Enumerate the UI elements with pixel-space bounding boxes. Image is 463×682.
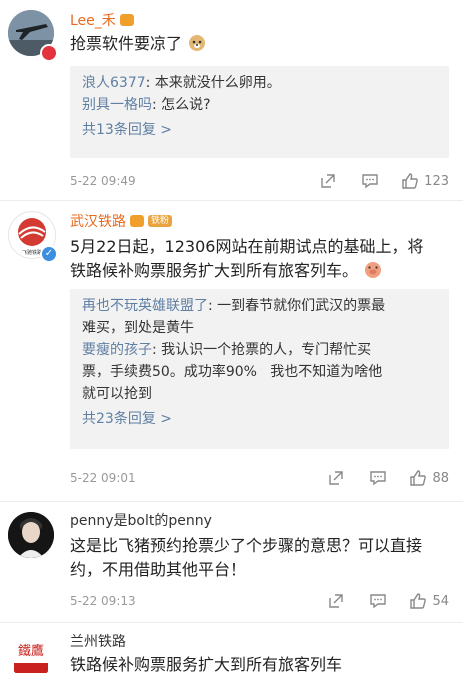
like-button[interactable]: 54 (409, 592, 449, 610)
comment-text: 这是比飞猪预约抢票少了个步骤的意思？可以直接 约，不用借助其他平台！ (70, 534, 449, 582)
comment-body-line: 这是比飞猪预约抢票少了个步骤的意思？可以直接 (70, 536, 423, 555)
comment-meta: 5-22 09:01 88 (70, 467, 449, 489)
thumbs-up-icon (410, 593, 427, 609)
vip-red-badge (40, 44, 58, 62)
comment-body: 抢票软件要凉了 (70, 34, 183, 53)
author-name[interactable]: 武汉铁路 (70, 211, 126, 231)
level-badge-icon (119, 14, 134, 26)
comment-time: 5-22 09:01 (70, 471, 136, 485)
more-replies-link[interactable]: 共23条回复 > (82, 408, 439, 430)
fan-badge: 铁粉 (148, 215, 173, 227)
penny-avatar-image (8, 512, 54, 558)
reply-text-line: 就可以抢到 (82, 386, 152, 402)
share-icon[interactable] (317, 170, 339, 192)
comment-text: 5月22日起，12306网站在前期试点的基础上，将 铁路候补购票服务扩大到所有旅… (70, 235, 449, 283)
reply-item[interactable]: 再也不玩英雄联盟了: 一到春节就你们武汉的票最 难买，到处是黄牛 (82, 295, 439, 339)
like-count: 123 (424, 173, 449, 189)
comment-time: 5-22 09:49 (70, 174, 136, 188)
reply-text: : 怎么说? (152, 97, 211, 113)
comment-meta: 5-22 09:13 54 (70, 590, 449, 612)
reply-author[interactable]: 再也不玩英雄联盟了 (82, 298, 208, 314)
reply-text-line: 票，手续费50。成功率90% 我也不知道为啥他 (82, 364, 383, 380)
share-icon[interactable] (325, 590, 347, 612)
svg-text:鐵鷹: 鐵鷹 (18, 643, 44, 659)
comment-time: 5-22 09:13 (70, 594, 136, 608)
reply-author[interactable]: 浪人6377 (82, 75, 146, 91)
reply-item[interactable]: 要瘦的孩子: 我认识一个抢票的人，专门帮忙买 票，手续费50。成功率90% 我也… (82, 339, 439, 405)
reply-text: : 一到春节就你们武汉的票最 (208, 298, 386, 314)
comment-author[interactable]: Lee_禾 (70, 10, 134, 30)
svg-text:飞驰铁路: 飞驰铁路 (22, 249, 42, 256)
comment-author[interactable]: 兰州铁路 (70, 631, 126, 651)
verified-badge-icon: ✓ (40, 245, 58, 263)
thumbs-up-icon (410, 470, 427, 486)
comment-meta: 5-22 09:49 123 (70, 170, 449, 192)
avatar[interactable] (8, 512, 54, 558)
doge-emoji-icon (189, 35, 206, 51)
pig-emoji-icon (365, 262, 382, 278)
comment-icon[interactable] (359, 170, 381, 192)
comment-text: 抢票软件要凉了 (70, 32, 449, 56)
comment-author[interactable]: 武汉铁路 铁粉 (70, 211, 173, 231)
comment-body-line: 铁路候补购票服务扩大到所有旅客列车 (70, 655, 343, 674)
author-name[interactable]: 兰州铁路 (70, 631, 126, 651)
like-count: 54 (432, 593, 449, 609)
like-count: 88 (432, 470, 449, 486)
author-name[interactable]: penny是bolt的penny (70, 510, 212, 530)
comment-item: 鐵鷹 兰州铁路 铁路候补购票服务扩大到所有旅客列车 (0, 623, 463, 682)
reply-author[interactable]: 要瘦的孩子 (82, 342, 152, 358)
comment-icon[interactable] (367, 590, 389, 612)
like-button[interactable]: 88 (409, 469, 449, 487)
lanzhou-railway-logo-icon: 鐵鷹 (8, 633, 54, 679)
reply-text-line: 难买，到处是黄牛 (82, 320, 194, 336)
reply-box[interactable]: 浪人6377: 本来就没什么卵用。 别具一格吗: 怎么说? 共13条回复 > (70, 66, 449, 158)
reply-author[interactable]: 别具一格吗 (82, 97, 152, 113)
like-button[interactable]: 123 (401, 172, 449, 190)
reply-item[interactable]: 浪人6377: 本来就没什么卵用。 (82, 72, 439, 94)
comment-body-line: 约，不用借助其他平台！ (70, 560, 247, 579)
reply-box[interactable]: 再也不玩英雄联盟了: 一到春节就你们武汉的票最 难买，到处是黄牛 要瘦的孩子: … (70, 289, 449, 449)
thumbs-up-icon (402, 173, 418, 189)
comment-item: penny是bolt的penny 这是比飞猪预约抢票少了个步骤的意思？可以直接 … (0, 502, 463, 623)
comment-text: 铁路候补购票服务扩大到所有旅客列车 (70, 653, 449, 677)
share-icon[interactable] (325, 467, 347, 489)
comment-item: Lee_禾 抢票软件要凉了 浪人6377: 本来就没什么卵用。 别具一格吗: 怎… (0, 0, 463, 201)
comment-author[interactable]: penny是bolt的penny (70, 510, 212, 530)
author-name[interactable]: Lee_禾 (70, 10, 116, 30)
level-badge-icon (130, 215, 144, 227)
reply-item[interactable]: 别具一格吗: 怎么说? (82, 94, 439, 116)
comment-body-line: 铁路候补购票服务扩大到所有旅客列车。 (70, 261, 359, 280)
comment-item: 飞驰铁路 ✓ 武汉铁路 铁粉 5月22日起，12306网站在前期试点的基础上，将… (0, 201, 463, 502)
comment-icon[interactable] (367, 467, 389, 489)
avatar[interactable]: 鐵鷹 (8, 633, 54, 679)
reply-text: : 我认识一个抢票的人，专门帮忙买 (152, 342, 372, 358)
reply-text: : 本来就没什么卵用。 (145, 75, 281, 91)
more-replies-link[interactable]: 共13条回复 > (82, 119, 439, 141)
comment-body-line: 5月22日起，12306网站在前期试点的基础上，将 (70, 237, 424, 256)
